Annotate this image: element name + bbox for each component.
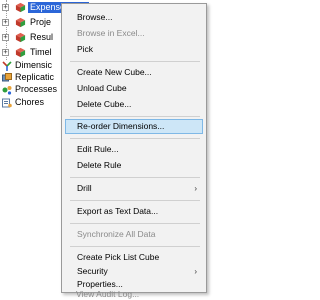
- tree-group-label[interactable]: Dimensic: [15, 60, 52, 71]
- menu-item-browse[interactable]: Browse...: [65, 10, 203, 25]
- menu-separator: [70, 61, 200, 62]
- tree-group-label[interactable]: Processes: [15, 84, 57, 95]
- menu-item-create-pick-list-cube[interactable]: Create Pick List Cube: [65, 250, 203, 265]
- dimensions-icon: [2, 61, 12, 71]
- replications-icon: [2, 73, 12, 82]
- menu-item-label: Security: [77, 266, 108, 276]
- menu-separator: [70, 223, 200, 224]
- menu-separator: [70, 177, 200, 178]
- menu-item-delete-cube[interactable]: Delete Cube...: [65, 97, 203, 112]
- expand-toggle[interactable]: +: [2, 4, 9, 11]
- tree-group-label[interactable]: Replicatic: [15, 72, 54, 83]
- tree-group-label[interactable]: Chores: [15, 97, 44, 108]
- menu-item-label: Drill: [77, 183, 92, 193]
- cube-context-menu: Browse... Browse in Excel... Pick Create…: [61, 3, 207, 293]
- tree-node-label[interactable]: Resul: [30, 32, 53, 43]
- menu-item-browse-in-excel[interactable]: Browse in Excel...: [65, 26, 203, 41]
- menu-item-create-new-cube[interactable]: Create New Cube...: [65, 65, 203, 80]
- menu-item-delete-rule[interactable]: Delete Rule: [65, 158, 203, 173]
- processes-icon: [2, 86, 12, 95]
- menu-item-drill[interactable]: Drill ›: [65, 181, 203, 196]
- cube-icon: [15, 2, 26, 13]
- menu-item-edit-rule[interactable]: Edit Rule...: [65, 142, 203, 157]
- submenu-arrow-icon: ›: [194, 184, 197, 193]
- menu-item-pick[interactable]: Pick: [65, 42, 203, 57]
- cube-icon: [15, 47, 26, 58]
- menu-separator: [70, 116, 200, 117]
- menu-separator: [70, 200, 200, 201]
- expand-toggle[interactable]: +: [2, 34, 9, 41]
- chores-icon: [2, 98, 12, 108]
- tree-node-label[interactable]: Proje: [30, 17, 51, 28]
- menu-separator: [70, 246, 200, 247]
- tree-node-label[interactable]: Timel: [30, 47, 52, 58]
- menu-item-unload-cube[interactable]: Unload Cube: [65, 81, 203, 96]
- menu-separator: [70, 138, 200, 139]
- menu-item-synchronize-all-data[interactable]: Synchronize All Data: [65, 227, 203, 242]
- expand-toggle[interactable]: +: [2, 19, 9, 26]
- menu-item-view-audit-log[interactable]: View Audit Log...: [64, 288, 202, 300]
- menu-item-reorder-dimensions[interactable]: Re-order Dimensions...: [65, 119, 203, 134]
- menu-item-export-text-data[interactable]: Export as Text Data...: [65, 204, 203, 219]
- submenu-arrow-icon: ›: [194, 267, 197, 276]
- cube-icon: [15, 32, 26, 43]
- menu-item-security[interactable]: Security ›: [65, 264, 203, 279]
- cube-icon: [15, 17, 26, 28]
- expand-toggle[interactable]: +: [2, 49, 9, 56]
